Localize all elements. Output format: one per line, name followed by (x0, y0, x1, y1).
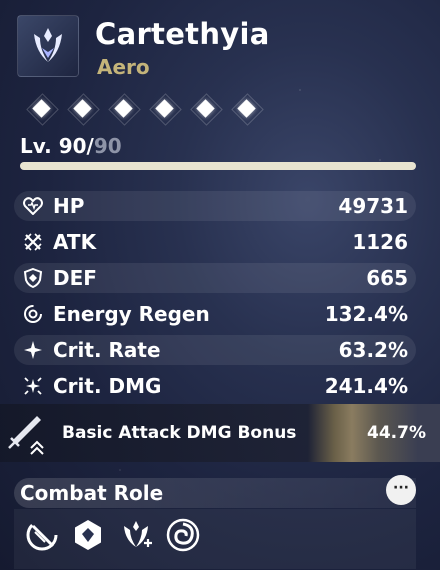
bonus-row[interactable]: Basic Attack DMG Bonus 44.7% (0, 404, 440, 462)
combat-role-icons (14, 509, 416, 569)
spiral-role-icon[interactable] (165, 517, 201, 553)
hexagon-role-icon[interactable] (70, 517, 106, 553)
sequence-node-3[interactable] (107, 93, 141, 126)
stat-label: HP (53, 194, 85, 218)
stat-value: 132.4% (324, 302, 408, 326)
energy-regen-icon (22, 303, 44, 325)
level-progress-bar (20, 162, 416, 170)
aero-boost-role-icon[interactable] (118, 517, 154, 553)
sequence-node-5[interactable] (189, 93, 223, 126)
combat-role-header: Combat Role (14, 478, 416, 508)
stats-list: HP 49731 ATK 1126 DEF 665 Energy Regen 1… (14, 188, 416, 404)
level-separator: / (86, 134, 94, 158)
stat-row-hp[interactable]: HP 49731 (14, 191, 416, 221)
stat-label: Crit. DMG (53, 374, 162, 398)
level-max: 90 (93, 134, 122, 158)
stat-value: 63.2% (338, 338, 408, 362)
slash-role-icon[interactable] (24, 517, 60, 553)
stat-value: 241.4% (324, 374, 408, 398)
bonus-label: Basic Attack DMG Bonus (62, 423, 297, 443)
level-progress-fill (20, 162, 416, 170)
stat-label: ATK (53, 230, 97, 254)
bonus-value: 44.7% (367, 423, 426, 443)
stat-row-def[interactable]: DEF 665 (14, 263, 416, 293)
character-element: Aero (97, 55, 150, 79)
sequence-node-6[interactable] (230, 93, 264, 126)
stat-label: Energy Regen (53, 302, 210, 326)
stat-value: 49731 (338, 194, 408, 218)
stat-label: Crit. Rate (53, 338, 161, 362)
stat-row-crit-rate[interactable]: Crit. Rate 63.2% (14, 335, 416, 365)
combat-role-title: Combat Role (20, 481, 164, 505)
crit-dmg-icon (22, 375, 44, 397)
crossed-swords-icon (22, 231, 44, 253)
sequence-nodes (25, 93, 264, 126)
sword-icon (3, 412, 47, 460)
shield-icon (22, 267, 44, 289)
stat-value: 665 (366, 266, 408, 290)
heart-icon (22, 195, 44, 217)
stat-label: DEF (53, 266, 97, 290)
sequence-node-4[interactable] (148, 93, 182, 126)
stat-row-atk[interactable]: ATK 1126 (14, 224, 416, 260)
character-name: Cartethyia (95, 17, 270, 51)
stat-row-crit-dmg[interactable]: Crit. DMG 241.4% (14, 368, 416, 404)
stat-row-energy-regen[interactable]: Energy Regen 132.4% (14, 296, 416, 332)
character-header: Cartethyia Aero (17, 15, 427, 85)
sequence-node-1[interactable] (25, 93, 59, 126)
aero-emblem-icon (17, 15, 79, 77)
sequence-node-2[interactable] (66, 93, 100, 126)
stat-value: 1126 (352, 230, 408, 254)
more-options-button[interactable]: ··· (386, 475, 416, 505)
crit-rate-icon (22, 339, 44, 361)
level-text: Lv. 90/90 (20, 134, 122, 158)
level-current: Lv. 90 (20, 134, 87, 158)
